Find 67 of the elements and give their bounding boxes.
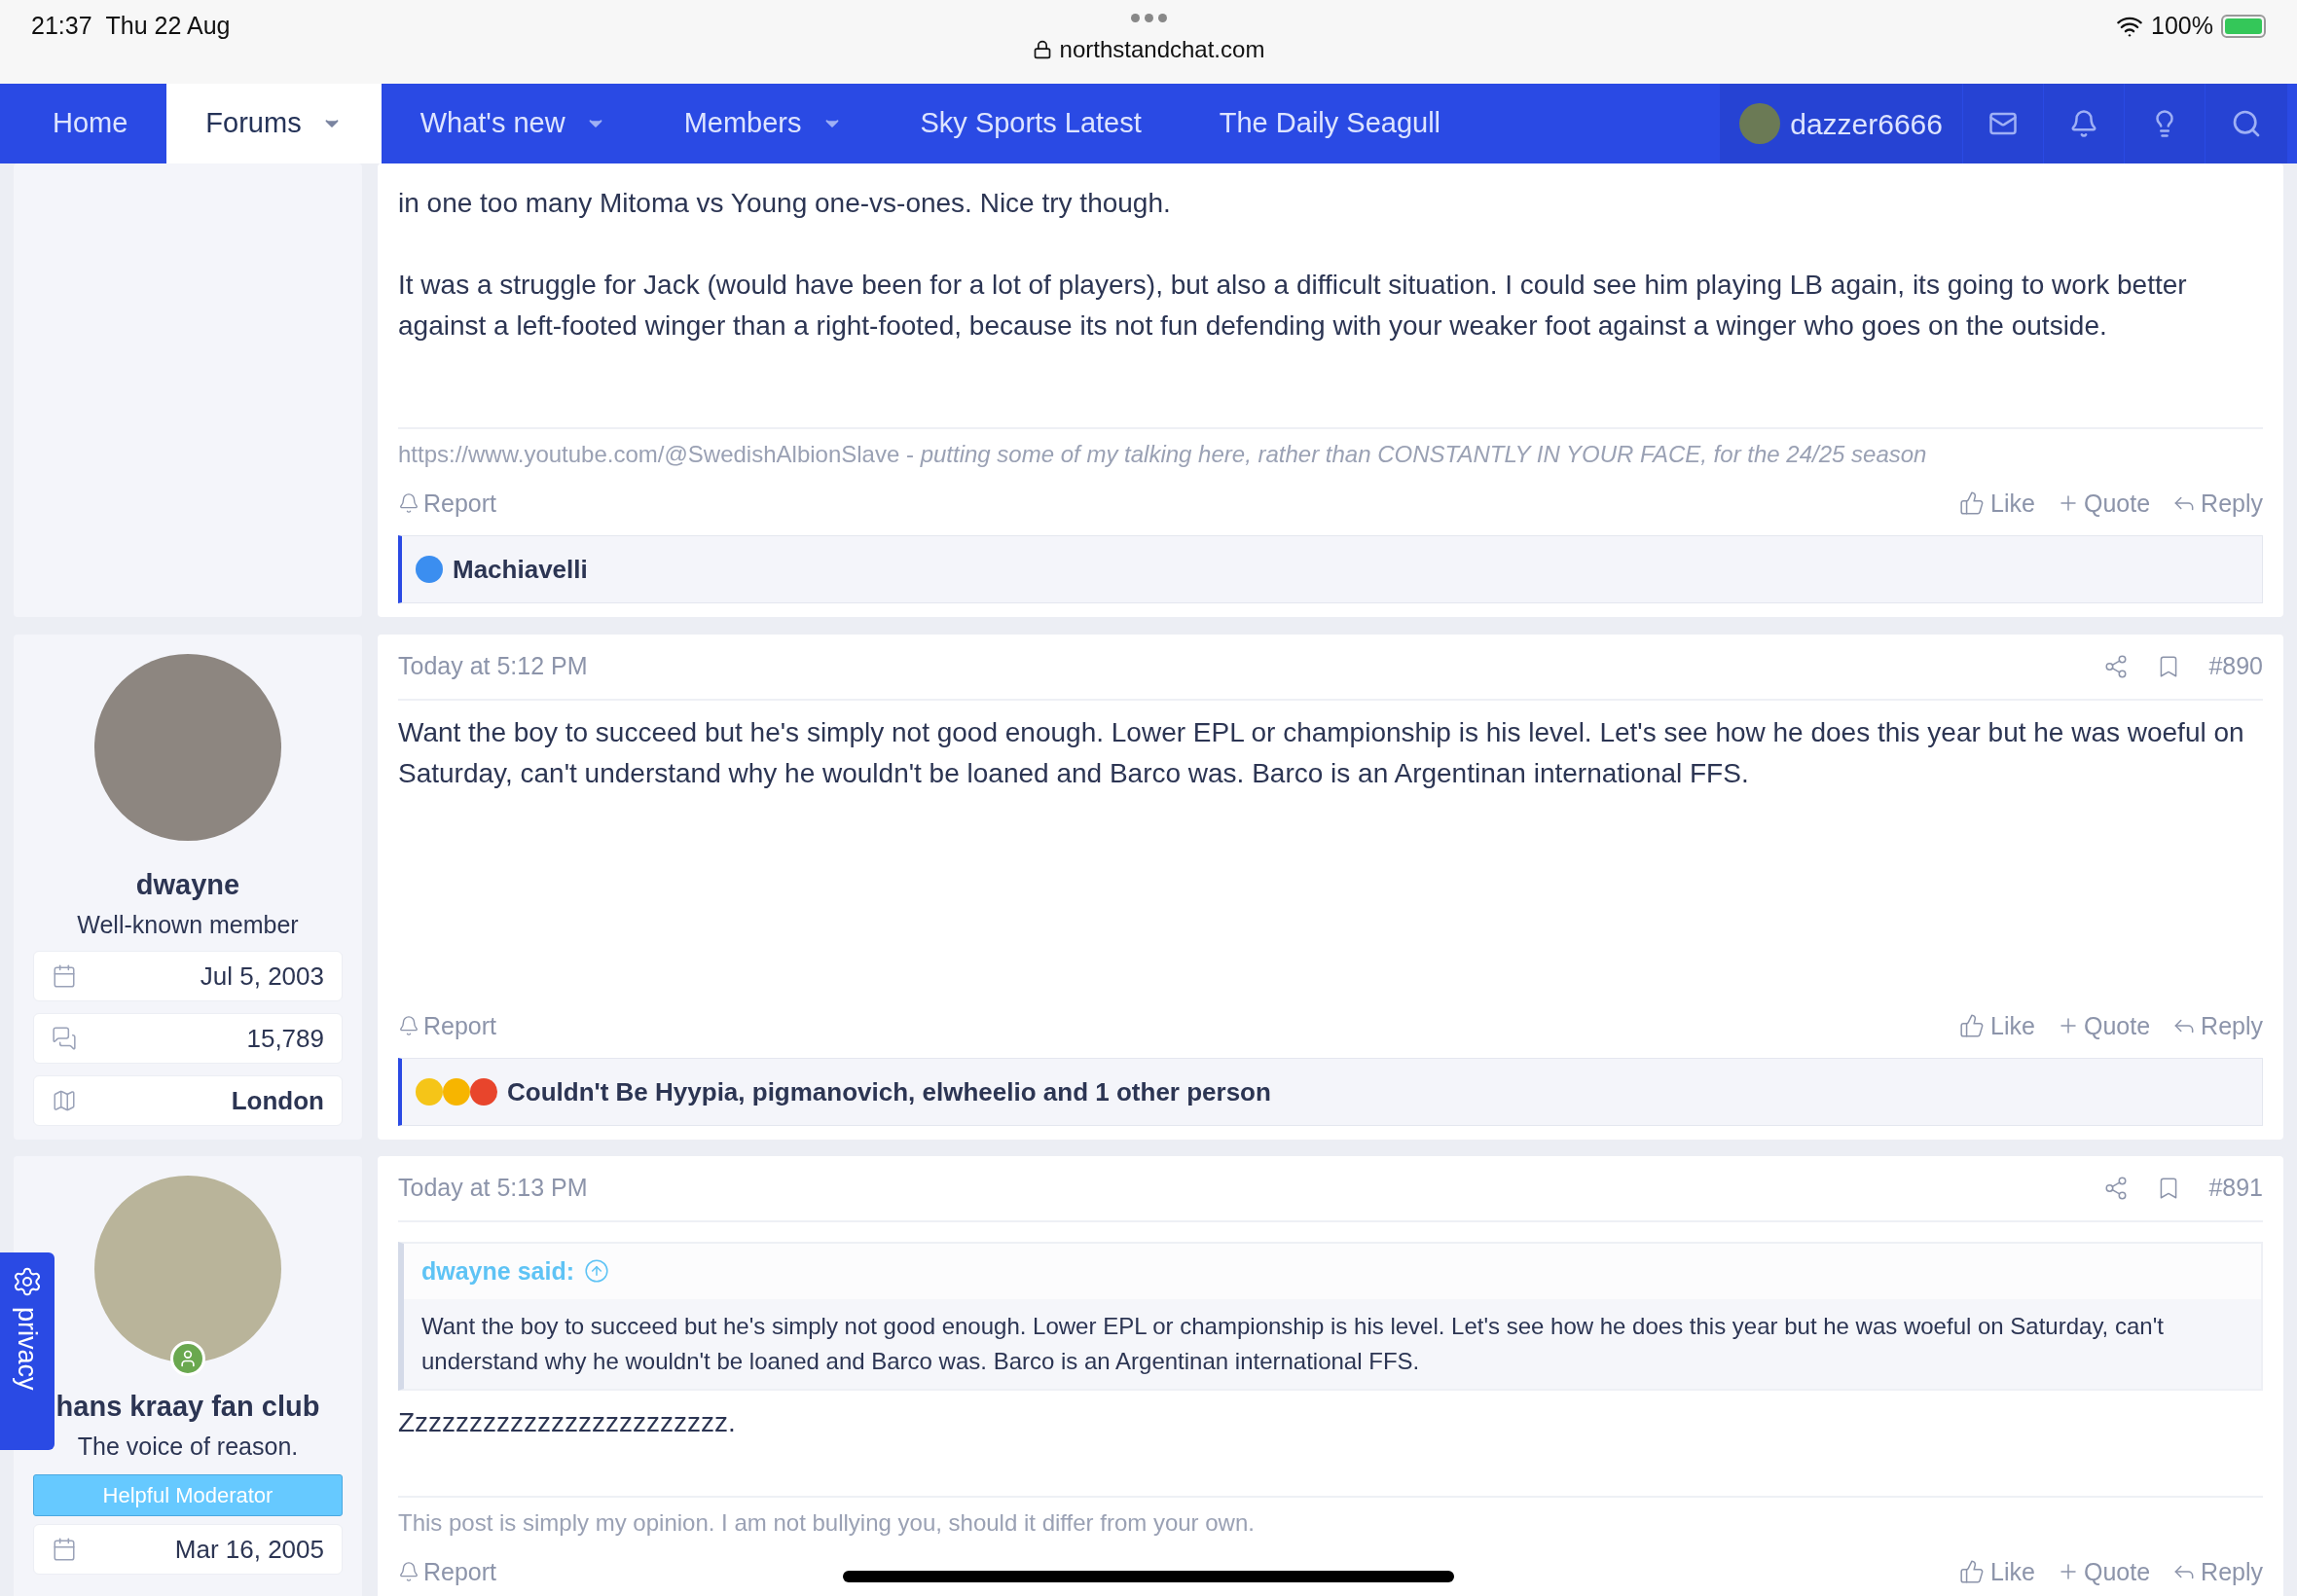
quote-author[interactable]: dwayne said:: [421, 1252, 574, 1289]
quote-link[interactable]: Quote: [2056, 1007, 2151, 1044]
bell-icon[interactable]: [398, 492, 419, 515]
thumbs-up-icon[interactable]: [1959, 1013, 1986, 1039]
quote-text: Want the boy to succeed but he's simply not good enough. Lower EPL or championship is his level. Let's see how he does this year but he was woeful on Saturday, can't understand why he wouldn't be loaned and Barco was. Barco is an Argentinan international FFS.: [420, 1312, 2165, 1376]
nav-tab[interactable]: Home: [0, 84, 167, 163]
user-banner: Helpful Moderator: [33, 1474, 343, 1516]
calendar-icon: [52, 963, 77, 989]
post-text: Zzzzzzzzzzzzzzzzzzzzzzzz.: [398, 1406, 737, 1439]
post-time[interactable]: Today at 5:12 PM: [398, 648, 588, 685]
reply-link[interactable]: Reply: [2171, 1007, 2263, 1044]
chat-icon: [52, 1026, 77, 1051]
url-text[interactable]: northstandchat.com: [1059, 32, 1265, 67]
post-text: It was a struggle for Jack (would have been for a lot of players), but also a difficult situation. I could see him playing LB again, its going to work better against a left-footed winger than a right-footed, because its not fun defending with your weaker foot against a winger who goes on the outside.: [398, 269, 2188, 343]
post-time[interactable]: Today at 5:13 PM: [398, 1170, 588, 1207]
nav-tab[interactable]: What's new: [381, 84, 645, 163]
status-time: 21:37: [31, 11, 92, 41]
bell-icon[interactable]: [398, 1561, 419, 1583]
reaction-list[interactable]: Machiavelli: [453, 550, 588, 589]
settings-icon[interactable]: [12, 1266, 43, 1297]
signature: This post is simply my opinion. I am not bullying you, should it differ from your own.: [398, 1495, 2263, 1541]
nav-tab[interactable]: The Daily Seagull: [1180, 84, 1480, 163]
stat-value: Jul 5, 2003: [200, 960, 324, 993]
search-icon[interactable]: [2231, 108, 2262, 139]
like-link[interactable]: Like: [1959, 1007, 2035, 1044]
battery-percent: 100%: [2151, 11, 2213, 41]
post-number[interactable]: #890: [2208, 648, 2263, 685]
jump-up-icon[interactable]: [584, 1258, 609, 1285]
stat-value: 15,789: [246, 1022, 324, 1055]
nav-tab[interactable]: Forums: [166, 84, 382, 163]
reply-link[interactable]: Reply: [2171, 1553, 2263, 1590]
map-icon: [52, 1088, 77, 1113]
like-link[interactable]: Like: [1959, 1553, 2035, 1590]
privacy-tab[interactable]: privacy: [0, 1252, 55, 1450]
thumbs-up-icon[interactable]: [1959, 490, 1986, 517]
report-link[interactable]: Report: [398, 1007, 497, 1044]
bell-icon[interactable]: [398, 1015, 419, 1037]
username-link[interactable]: dazzer6666: [1790, 101, 1943, 146]
username[interactable]: hans kraay fan club: [55, 1386, 320, 1429]
signature: https://www.youtube.com/@SwedishAlbionSlave - putting some of my talking here, rather than CONSTANTLY IN YOUR FACE, for the 24/25 season: [398, 426, 2263, 472]
stat-value: London: [231, 1084, 324, 1117]
nav-tab[interactable]: Members: [644, 84, 882, 163]
reaction-icon: [416, 1078, 443, 1106]
thumbs-up-icon[interactable]: [1959, 1559, 1986, 1585]
user-title: Well-known member: [77, 909, 299, 940]
quote-link[interactable]: Quote: [2056, 485, 2151, 522]
post-text: in one too many Mitoma vs Young one-vs-ones. Nice try though.: [398, 187, 1172, 220]
reaction-icon: [416, 556, 443, 583]
user-title: The voice of reason.: [77, 1431, 299, 1462]
report-link[interactable]: Report: [398, 485, 497, 522]
user-avatar[interactable]: [1739, 103, 1781, 144]
bell-icon[interactable]: [2069, 109, 2098, 138]
reaction-icon: [470, 1078, 497, 1106]
report-link[interactable]: Report: [398, 1553, 497, 1590]
quote-link[interactable]: Quote: [2056, 1553, 2151, 1590]
post-number[interactable]: #891: [2208, 1170, 2263, 1207]
nav-tab[interactable]: Sky Sports Latest: [881, 84, 1181, 163]
calendar-icon: [52, 1537, 77, 1562]
like-link[interactable]: Like: [1959, 485, 2035, 522]
lock-icon: [1032, 40, 1052, 59]
status-date: Thu 22 Aug: [105, 11, 231, 41]
reaction-icon: [443, 1078, 470, 1106]
reaction-list[interactable]: Couldn't Be Hyypia, pigmanovich, elwheelio and 1 other person: [507, 1072, 1271, 1111]
stat-value: Mar 16, 2005: [174, 1533, 324, 1566]
reply-link[interactable]: Reply: [2171, 485, 2263, 522]
username[interactable]: dwayne: [135, 864, 240, 907]
post-text: Want the boy to succeed but he's simply not good enough. Lower EPL or championship is his level. Let's see how he does this year but he was woeful on Saturday, can't understand why he wouldn't be loaned and Barco was. Barco is an Argentinan international FFS.: [398, 715, 2245, 790]
